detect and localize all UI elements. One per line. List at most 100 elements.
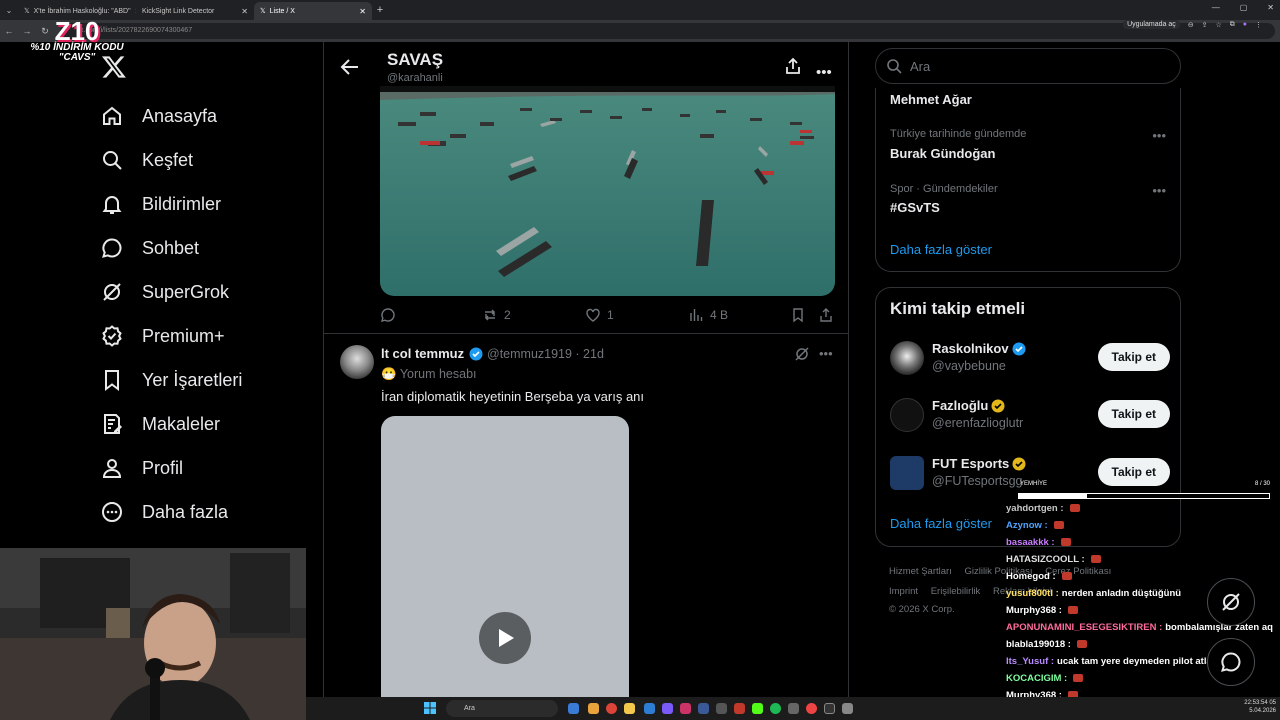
suggested-user[interactable]: Fazlıoğlu @erenfazlioglutr Takip et (890, 396, 1170, 436)
sidebar-item-notifications[interactable]: Bildirimler (100, 189, 221, 219)
avatar[interactable] (340, 345, 374, 379)
chat-text: nerden anladın düştüğünü (1061, 588, 1182, 599)
spotify-icon[interactable] (770, 703, 781, 714)
browser-tab-active[interactable]: 𝕏 Liste / X ✕ (254, 2, 372, 20)
reply-button[interactable] (380, 307, 402, 323)
bookmark-button[interactable] (790, 307, 806, 323)
share-icon[interactable] (784, 57, 802, 75)
messages-floating-button[interactable] (1207, 638, 1255, 686)
app-icon[interactable] (698, 703, 709, 714)
back-button[interactable]: ← (0, 26, 18, 36)
back-arrow-icon[interactable] (340, 58, 360, 76)
tweet-author-handle[interactable]: @temmuz1919 · 21d (487, 347, 604, 361)
system-clock[interactable]: 22:53:54 05 5.04.2026 (1244, 699, 1276, 715)
view-count: 4 B (710, 308, 729, 322)
maximize-icon[interactable]: ▢ (1240, 3, 1248, 12)
share-button[interactable] (818, 307, 834, 323)
minimize-icon[interactable]: — (1212, 3, 1220, 12)
tweet-actions: 2 1 4 B (380, 307, 838, 325)
edge-icon[interactable] (644, 703, 655, 714)
follow-button[interactable]: Takip et (1097, 400, 1170, 428)
obs-icon[interactable] (824, 703, 835, 714)
app-icon[interactable] (716, 703, 727, 714)
windows-start-icon[interactable] (424, 702, 436, 714)
browser-tab[interactable]: KickSight Link Detector ✕ (136, 2, 254, 20)
user-name[interactable]: Fazlıoğlu (932, 398, 1005, 413)
app-icon[interactable] (680, 703, 691, 714)
search-input[interactable]: Ara (875, 48, 1181, 84)
browser-tabstrip: ⌄ 𝕏 X'te İbrahim Haskoloğlu: "ABD" ✕ Kic… (0, 0, 1280, 20)
chat-message: basaakkk : (1006, 534, 1280, 551)
close-icon[interactable]: ✕ (241, 7, 248, 16)
sidebar-item-bookmarks[interactable]: Yer İşaretleri (100, 365, 242, 395)
kick-icon[interactable] (752, 703, 763, 714)
sidebar-item-more[interactable]: Daha fazla (100, 497, 228, 527)
address-bar-actions: Uygulamada aç ⊖ ⇪ ☆ ⧉ ● ⋮ (1123, 20, 1262, 29)
extensions-icon[interactable]: ⧉ (1230, 21, 1235, 29)
user-name[interactable]: Raskolnikov (932, 341, 1026, 356)
sidebar-item-supergrok[interactable]: SuperGrok (100, 277, 229, 307)
user-name[interactable]: FUT Esports (932, 456, 1026, 471)
like-button[interactable]: 1 (585, 307, 614, 323)
file-explorer-icon[interactable] (588, 703, 599, 714)
chat-text: bombalamışlar zaten aq (1165, 622, 1273, 633)
more-options-icon[interactable]: ••• (1152, 183, 1166, 198)
show-more-link[interactable]: Daha fazla göster (890, 242, 992, 257)
sidebar-item-chat[interactable]: Sohbet (100, 233, 199, 263)
sidebar-item-articles[interactable]: Makaleler (100, 409, 220, 439)
chat-icon (102, 238, 122, 258)
star-icon[interactable]: ☆ (1215, 21, 1221, 29)
repost-button[interactable]: 2 (482, 307, 511, 323)
open-in-app-button[interactable]: Uygulamada aç (1123, 20, 1180, 29)
trends-panel: Mehmet Ağar Türkiye tarihinde gündemde •… (875, 88, 1181, 272)
avatar[interactable] (890, 398, 924, 432)
close-icon[interactable]: ✕ (359, 7, 366, 16)
footer-link[interactable]: Erişilebilirlik (931, 586, 981, 597)
list-owner-handle[interactable]: @karahanli (387, 72, 443, 84)
chat-emote-icon (1069, 504, 1080, 513)
more-options-icon[interactable]: ••• (816, 64, 832, 81)
footer-link[interactable]: Hizmet Şartları (889, 566, 952, 577)
app-icon[interactable] (734, 703, 745, 714)
chat-username: Its_Yusuf : (1006, 656, 1055, 667)
close-window-icon[interactable]: ✕ (1267, 3, 1274, 12)
avatar[interactable] (890, 341, 924, 375)
settings-icon[interactable] (842, 703, 853, 714)
new-tab-button[interactable]: + (372, 4, 388, 16)
chrome-icon[interactable] (606, 703, 617, 714)
address-bar[interactable]: x.com/i/lists/2027822690074300467 (60, 23, 1275, 39)
profile-icon[interactable]: ● (1243, 21, 1247, 28)
tab-label: KickSight Link Detector (142, 7, 215, 15)
trend-name[interactable]: Mehmet Ağar (890, 92, 972, 107)
zoom-icon[interactable]: ⊖ (1188, 21, 1194, 29)
menu-icon[interactable]: ⋮ (1255, 21, 1262, 29)
avatar[interactable] (890, 456, 924, 490)
sidebar-item-profile[interactable]: Profil (100, 453, 183, 483)
footer-link[interactable]: Imprint (889, 586, 918, 597)
share-icon[interactable]: ⇪ (1202, 21, 1208, 29)
chrome-icon[interactable] (806, 703, 817, 714)
more-options-icon[interactable]: ••• (819, 346, 833, 361)
sidebar-item-premium[interactable]: Premium+ (100, 321, 225, 351)
more-options-icon[interactable]: ••• (1152, 128, 1166, 143)
trend-name[interactable]: Burak Gündoğan (890, 146, 995, 161)
play-button[interactable] (479, 612, 531, 664)
grok-floating-button[interactable] (1207, 578, 1255, 626)
grok-icon[interactable] (794, 346, 810, 362)
discord-icon[interactable] (662, 703, 673, 714)
tweet-video[interactable] (381, 416, 629, 698)
views-button[interactable]: 4 B (688, 307, 728, 323)
suggested-user[interactable]: Raskolnikov @vaybebune Takip et (890, 339, 1170, 379)
taskbar-search[interactable]: Ara (446, 700, 558, 717)
tweet-photo[interactable] (380, 86, 835, 296)
sidebar-item-explore[interactable]: Keşfet (100, 145, 193, 175)
sidebar-item-home[interactable]: Anasayfa (100, 101, 217, 131)
folder-icon[interactable] (624, 703, 635, 714)
tweet-author-name[interactable]: lt col temmuz (381, 346, 464, 361)
show-more-link[interactable]: Daha fazla göster (890, 516, 992, 531)
follow-button[interactable]: Takip et (1097, 343, 1170, 371)
tab-search-button[interactable]: ⌄ (0, 6, 18, 15)
task-view-icon[interactable] (568, 703, 579, 714)
app-icon[interactable] (788, 703, 799, 714)
trend-name[interactable]: #GSvTS (890, 200, 940, 215)
